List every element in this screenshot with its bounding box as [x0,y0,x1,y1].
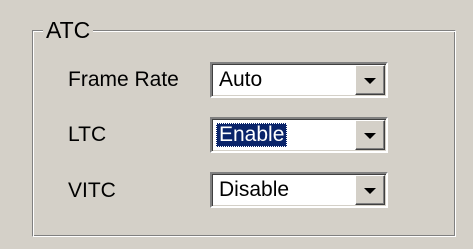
vitc-value: Disable [219,178,290,201]
ltc-label: LTC [68,123,107,146]
frame-rate-value: Auto [219,68,263,91]
frame-rate-dropdown[interactable]: Auto [210,62,388,98]
ltc-dropdown-button[interactable] [355,120,385,150]
vitc-label: VITC [68,179,116,202]
groupbox-title: ATC [43,17,94,43]
frame-rate-label: Frame Rate [68,68,179,91]
ltc-dropdown[interactable]: Enable [210,117,388,153]
atc-settings-panel: ATC Frame Rate Auto LTC Enable VITC Disa… [0,0,473,249]
chevron-down-icon [364,188,376,194]
vitc-dropdown-button[interactable] [355,175,385,205]
frame-rate-dropdown-button[interactable] [355,65,385,95]
vitc-dropdown[interactable]: Disable [210,172,388,208]
chevron-down-icon [364,78,376,84]
chevron-down-icon [364,133,376,139]
ltc-value: Enable [216,123,288,147]
